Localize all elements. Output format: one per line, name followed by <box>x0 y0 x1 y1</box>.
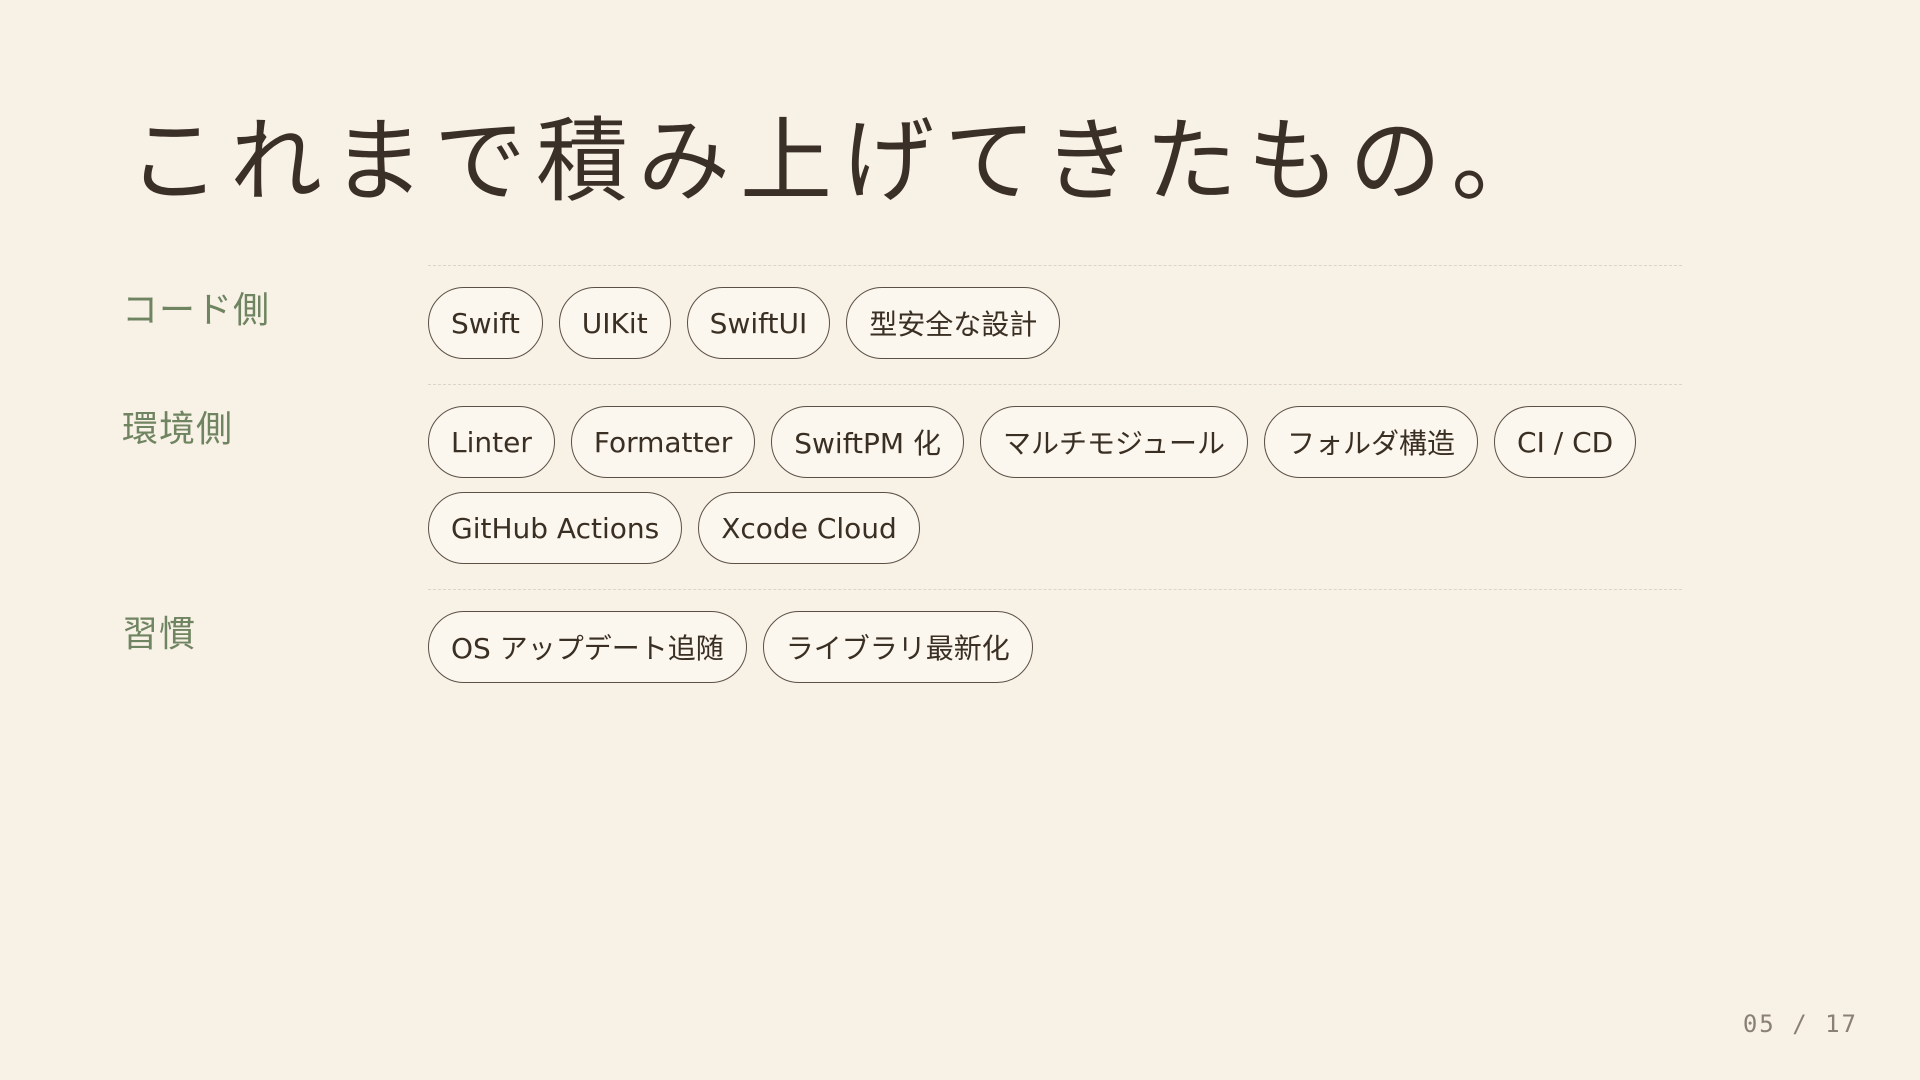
chip: Linter <box>428 406 555 478</box>
section-label: 環境側 <box>122 409 234 450</box>
chip-group: Swift UIKit SwiftUI 型安全な設計 <box>428 287 1668 359</box>
chip: フォルダ構造 <box>1264 406 1479 478</box>
chip: GitHub Actions <box>428 492 683 564</box>
chip: マルチモジュール <box>979 406 1249 478</box>
chip: SwiftUI <box>686 287 831 359</box>
chip: 型安全な設計 <box>846 287 1061 359</box>
chip-group: Linter Formatter SwiftPM 化 マルチモジュール フォルダ… <box>428 406 1668 564</box>
section-code: コード側 Swift UIKit SwiftUI 型安全な設計 <box>122 265 1682 359</box>
chip: CI / CD <box>1494 406 1637 478</box>
chip: Swift <box>428 287 543 359</box>
section-label: コード側 <box>122 290 271 331</box>
section-habits: 習慣 OS アップデート追随 ライブラリ最新化 <box>122 589 1682 683</box>
chip: Formatter <box>570 406 756 478</box>
chip: Xcode Cloud <box>698 492 920 564</box>
slide-title: これまで積み上げてきたもの。 <box>128 108 1554 215</box>
section-label: 習慣 <box>122 614 197 655</box>
page-indicator: 05 / 17 <box>1742 1010 1858 1038</box>
sections-list: コード側 Swift UIKit SwiftUI 型安全な設計 環境側 Lint… <box>122 265 1682 683</box>
chip: SwiftPM 化 <box>771 406 964 478</box>
chip-group: OS アップデート追随 ライブラリ最新化 <box>428 611 1668 683</box>
chip: OS アップデート追随 <box>428 611 747 683</box>
chip: UIKit <box>558 287 671 359</box>
section-environment: 環境側 Linter Formatter SwiftPM 化 マルチモジュール … <box>122 384 1682 564</box>
slide: これまで積み上げてきたもの。 コード側 Swift UIKit SwiftUI … <box>0 0 1920 1080</box>
chip: ライブラリ最新化 <box>762 611 1033 683</box>
